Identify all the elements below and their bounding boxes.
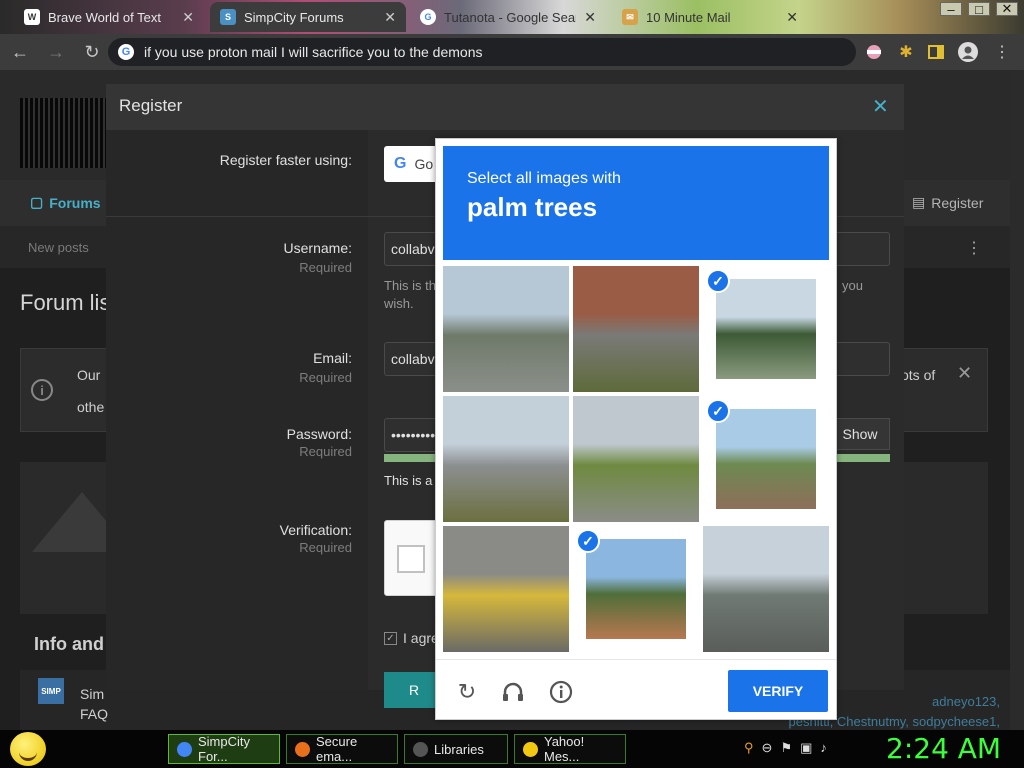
close-icon[interactable]: ✕ xyxy=(584,9,596,26)
image-tile-yellow-lines[interactable] xyxy=(443,526,569,652)
app-icon xyxy=(295,741,310,757)
profile-icon[interactable] xyxy=(958,42,978,62)
flag-extension-icon[interactable] xyxy=(864,42,884,62)
mail-icon: ✉ xyxy=(622,9,638,25)
footer-divider xyxy=(436,659,836,660)
address-bar[interactable]: G if you use proton mail I will sacrific… xyxy=(108,38,856,66)
simp-icon: S xyxy=(220,9,236,25)
forward-icon[interactable]: → xyxy=(40,36,72,68)
system-tray: ⚲ ⊖ ⚑ ▣ ♪ xyxy=(744,740,827,756)
network-icon[interactable]: ▣ xyxy=(800,740,812,756)
google-icon: G xyxy=(118,44,134,60)
browser-toolbar: ← → ↻ G if you use proton mail I will sa… xyxy=(0,34,1024,70)
app-icon xyxy=(413,741,428,757)
tile-image xyxy=(573,266,699,392)
tab-google-search[interactable]: G Tutanota - Google Search ✕ xyxy=(410,2,606,32)
image-tile-grass-road[interactable] xyxy=(573,396,699,522)
flag-icon[interactable]: ⚑ xyxy=(780,740,792,756)
volume-icon[interactable]: ♪ xyxy=(820,740,827,756)
image-tile-overpass[interactable] xyxy=(443,396,569,522)
nav-forums[interactable]: ▢ Forums xyxy=(30,194,101,211)
taskbar-item[interactable]: Libraries xyxy=(404,734,508,764)
info-icon[interactable] xyxy=(548,679,574,705)
tile-image xyxy=(586,539,686,639)
tab-world-of-text[interactable]: W Brave World of Text ✕ xyxy=(14,2,204,32)
close-window-icon[interactable]: ✕ xyxy=(996,1,1018,16)
recaptcha-challenge: Select all images with palm trees ✓ ✓ ✓ ↻ … xyxy=(435,138,837,720)
new-posts-link[interactable]: New posts xyxy=(28,240,89,255)
image-tile-palm-house[interactable]: ✓ xyxy=(573,526,699,652)
screen: W Brave World of Text ✕ S SimpCity Forum… xyxy=(0,0,1024,768)
info-heading: Info and xyxy=(34,634,104,654)
minimize-icon[interactable]: – xyxy=(940,2,962,17)
close-icon[interactable]: ✕ xyxy=(872,94,889,119)
google-icon: G xyxy=(394,155,407,172)
clock: 2:24 AM xyxy=(886,732,1002,765)
tile-image xyxy=(716,279,816,379)
back-icon[interactable]: ← xyxy=(4,36,36,68)
search-icon[interactable]: ⚲ xyxy=(744,740,754,756)
tile-image xyxy=(443,266,569,392)
sidebar-icon[interactable] xyxy=(926,42,946,62)
check-icon: ✓ xyxy=(576,529,600,553)
verify-button[interactable]: VERIFY xyxy=(728,670,828,712)
puzzle-icon[interactable]: ✱ xyxy=(896,42,916,62)
tile-image xyxy=(443,396,569,522)
menu-kebab-icon[interactable]: ⋮ xyxy=(992,42,1012,62)
close-icon[interactable]: ✕ xyxy=(182,9,194,26)
taskbar: SimpCity For... Secure ema... Libraries Yah… xyxy=(0,730,1024,768)
nav-register[interactable]: ▤ Register xyxy=(912,194,983,211)
recaptcha-checkbox[interactable] xyxy=(397,545,425,573)
app-icon xyxy=(523,741,538,757)
reload-icon[interactable]: ↻ xyxy=(76,36,108,68)
taskbar-item[interactable]: SimpCity For... xyxy=(168,734,280,764)
image-tile-road[interactable] xyxy=(443,266,569,392)
agree-terms[interactable]: ✓ I agre xyxy=(384,630,439,646)
reload-challenge-icon[interactable]: ↻ xyxy=(454,679,480,705)
minus-icon[interactable]: ⊖ xyxy=(762,740,773,756)
show-password-button[interactable]: Show xyxy=(830,418,890,450)
close-icon[interactable]: ✕ xyxy=(786,9,798,26)
tile-image xyxy=(716,409,816,509)
page-scrollbar[interactable] xyxy=(1010,70,1024,730)
clipboard-icon: ▤ xyxy=(912,194,926,210)
tile-image xyxy=(573,396,699,522)
chat-icon: ▢ xyxy=(30,194,44,210)
window-controls: – □ ✕ xyxy=(940,1,1018,17)
close-icon[interactable]: ✕ xyxy=(384,9,396,26)
challenge-header: Select all images with palm trees xyxy=(443,146,829,260)
image-tile-stairs[interactable] xyxy=(573,266,699,392)
simp-icon: SIMP xyxy=(38,678,64,704)
more-icon[interactable]: ⋮ xyxy=(966,238,982,258)
w-icon: W xyxy=(24,9,40,25)
audio-challenge-icon[interactable] xyxy=(500,679,526,705)
tab-strip: W Brave World of Text ✕ S SimpCity Forum… xyxy=(0,0,1024,34)
page-title: Forum lis xyxy=(20,290,111,315)
checkbox-icon[interactable]: ✓ xyxy=(384,631,397,645)
taskbar-item[interactable]: Secure ema... xyxy=(286,734,398,764)
start-smiley-icon[interactable] xyxy=(10,732,46,766)
image-tile-street[interactable] xyxy=(703,526,829,652)
tile-image xyxy=(443,526,569,652)
info-icon: i xyxy=(31,379,53,401)
google-icon: G xyxy=(420,9,436,25)
check-icon: ✓ xyxy=(706,399,730,423)
image-tile-palms[interactable]: ✓ xyxy=(703,266,829,392)
labels-column: Register faster using: Username: Require… xyxy=(106,130,368,690)
tile-image xyxy=(703,526,829,652)
modal-header: Register ✕ xyxy=(106,84,904,130)
check-icon: ✓ xyxy=(706,269,730,293)
app-icon xyxy=(177,741,192,757)
tab-10-minute-mail[interactable]: ✉ 10 Minute Mail ✕ xyxy=(612,2,808,32)
maximize-icon[interactable]: □ xyxy=(968,2,990,17)
site-logo[interactable] xyxy=(20,98,110,168)
dismiss-notice-icon[interactable]: ✕ xyxy=(957,363,972,384)
tab-simpcity[interactable]: S SimpCity Forums ✕ xyxy=(210,2,406,32)
taskbar-item[interactable]: Yahoo! Mes... xyxy=(514,734,626,764)
image-tile-palm-roof[interactable]: ✓ xyxy=(703,396,829,522)
